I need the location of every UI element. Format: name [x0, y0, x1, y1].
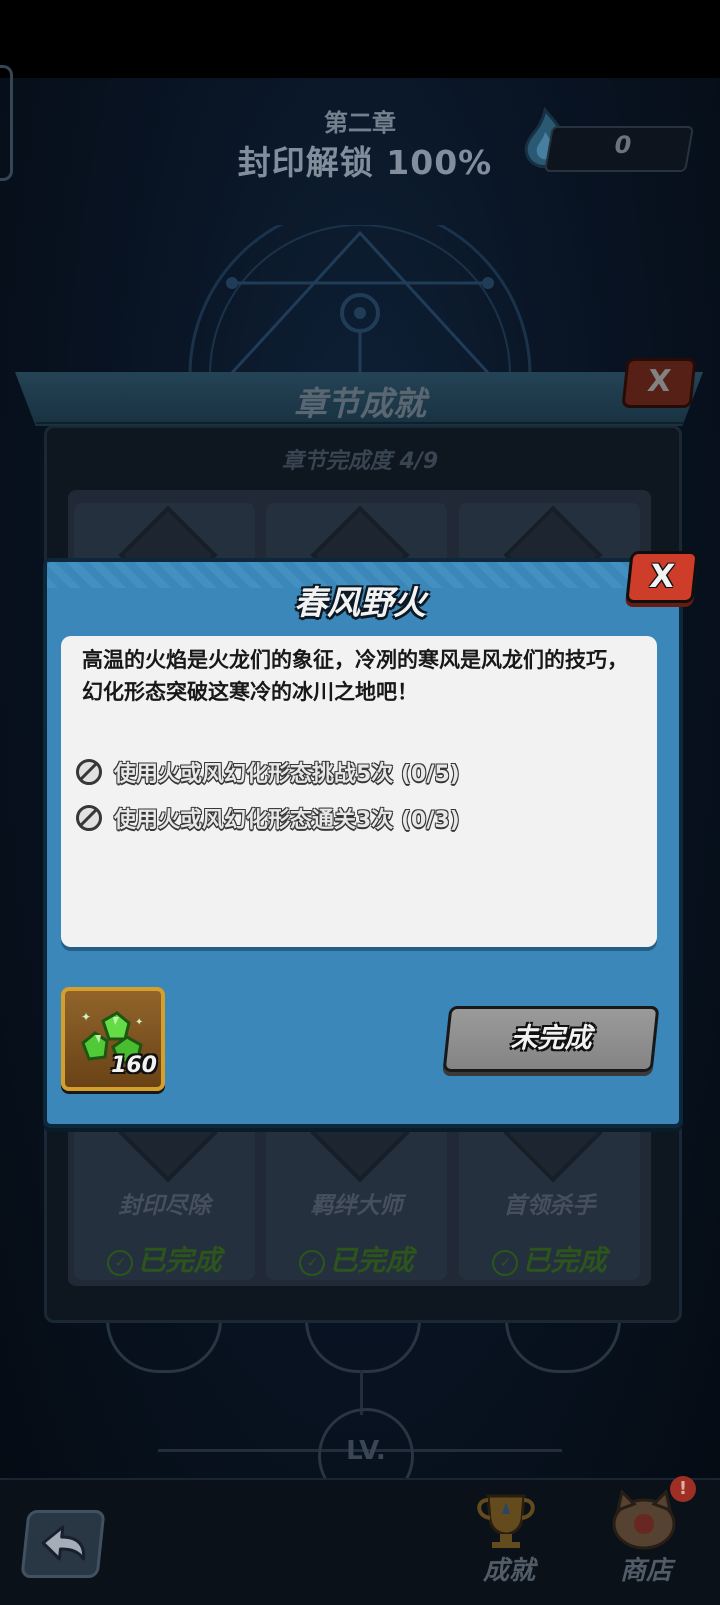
achievement-name: 封印尽除 — [118, 1193, 211, 1219]
back-button[interactable] — [20, 1510, 106, 1578]
achievements-progress: 章节完成度 4/9 — [281, 449, 439, 474]
task-item: 使用火或风幻化形态通关3次 (0/3) — [76, 805, 460, 835]
svg-text:✦: ✦ — [81, 1010, 91, 1024]
check-icon: ✓ — [299, 1250, 326, 1276]
chapter-title: 封印解锁 100% — [237, 143, 493, 182]
task-text: 使用火或风幻化形态挑战5次 (0/5) — [114, 762, 460, 787]
not-done-icon — [76, 805, 102, 831]
dialog-description: 高温的火焰是火龙们的象征，冷冽的寒风是风龙们的技巧，幻化形态突破这寒冷的冰川之地… — [82, 648, 628, 704]
game-screen: 第二章 封印解锁 100% 0 LV. 章节成就 X 章节完成度 4/9 封印尽… — [0, 0, 720, 1605]
status-button-label: 未完成 — [510, 1023, 592, 1054]
task-item: 使用火或风幻化形态挑战5次 (0/5) — [76, 759, 460, 789]
check-icon: ✓ — [107, 1250, 134, 1276]
currency-value: 0 — [614, 131, 632, 159]
seal-rune-icon — [188, 225, 532, 375]
map-node[interactable] — [106, 1320, 222, 1373]
achievement-name: 羁绊大师 — [310, 1193, 403, 1219]
map-node[interactable] — [505, 1320, 621, 1373]
status-text: 已完成 — [522, 1244, 607, 1277]
map-node[interactable] — [305, 1320, 421, 1373]
svg-text:✦: ✦ — [135, 1017, 143, 1028]
back-arrow-icon — [41, 1525, 86, 1561]
task-text: 使用火或风幻化形态通关3次 (0/3) — [114, 808, 460, 833]
status-text: 已完成 — [137, 1244, 222, 1277]
achievement-name: 首领杀手 — [503, 1193, 596, 1219]
trophy-icon — [477, 1494, 535, 1548]
check-icon: ✓ — [492, 1250, 519, 1276]
achievement-status: ✓ 已完成 — [74, 1239, 255, 1279]
status-text: 已完成 — [329, 1244, 414, 1277]
achievement-status: ✓ 已完成 — [266, 1239, 447, 1279]
reward-count: 160 — [111, 1053, 157, 1078]
nav-shop[interactable]: 商店 — [620, 1550, 672, 1587]
achievement-status: ✓ 已完成 — [459, 1239, 640, 1279]
status-bar — [0, 0, 720, 78]
nav-achievements[interactable]: 成就 — [483, 1550, 535, 1587]
not-done-icon — [76, 759, 102, 785]
achievements-close-button[interactable]: X — [621, 358, 697, 408]
dialog-close-button[interactable]: X — [625, 551, 699, 603]
dialog-title: 春风野火 — [294, 583, 426, 622]
achievements-title: 章节成就 — [294, 384, 426, 423]
shop-notification-badge: ! — [670, 1476, 696, 1502]
